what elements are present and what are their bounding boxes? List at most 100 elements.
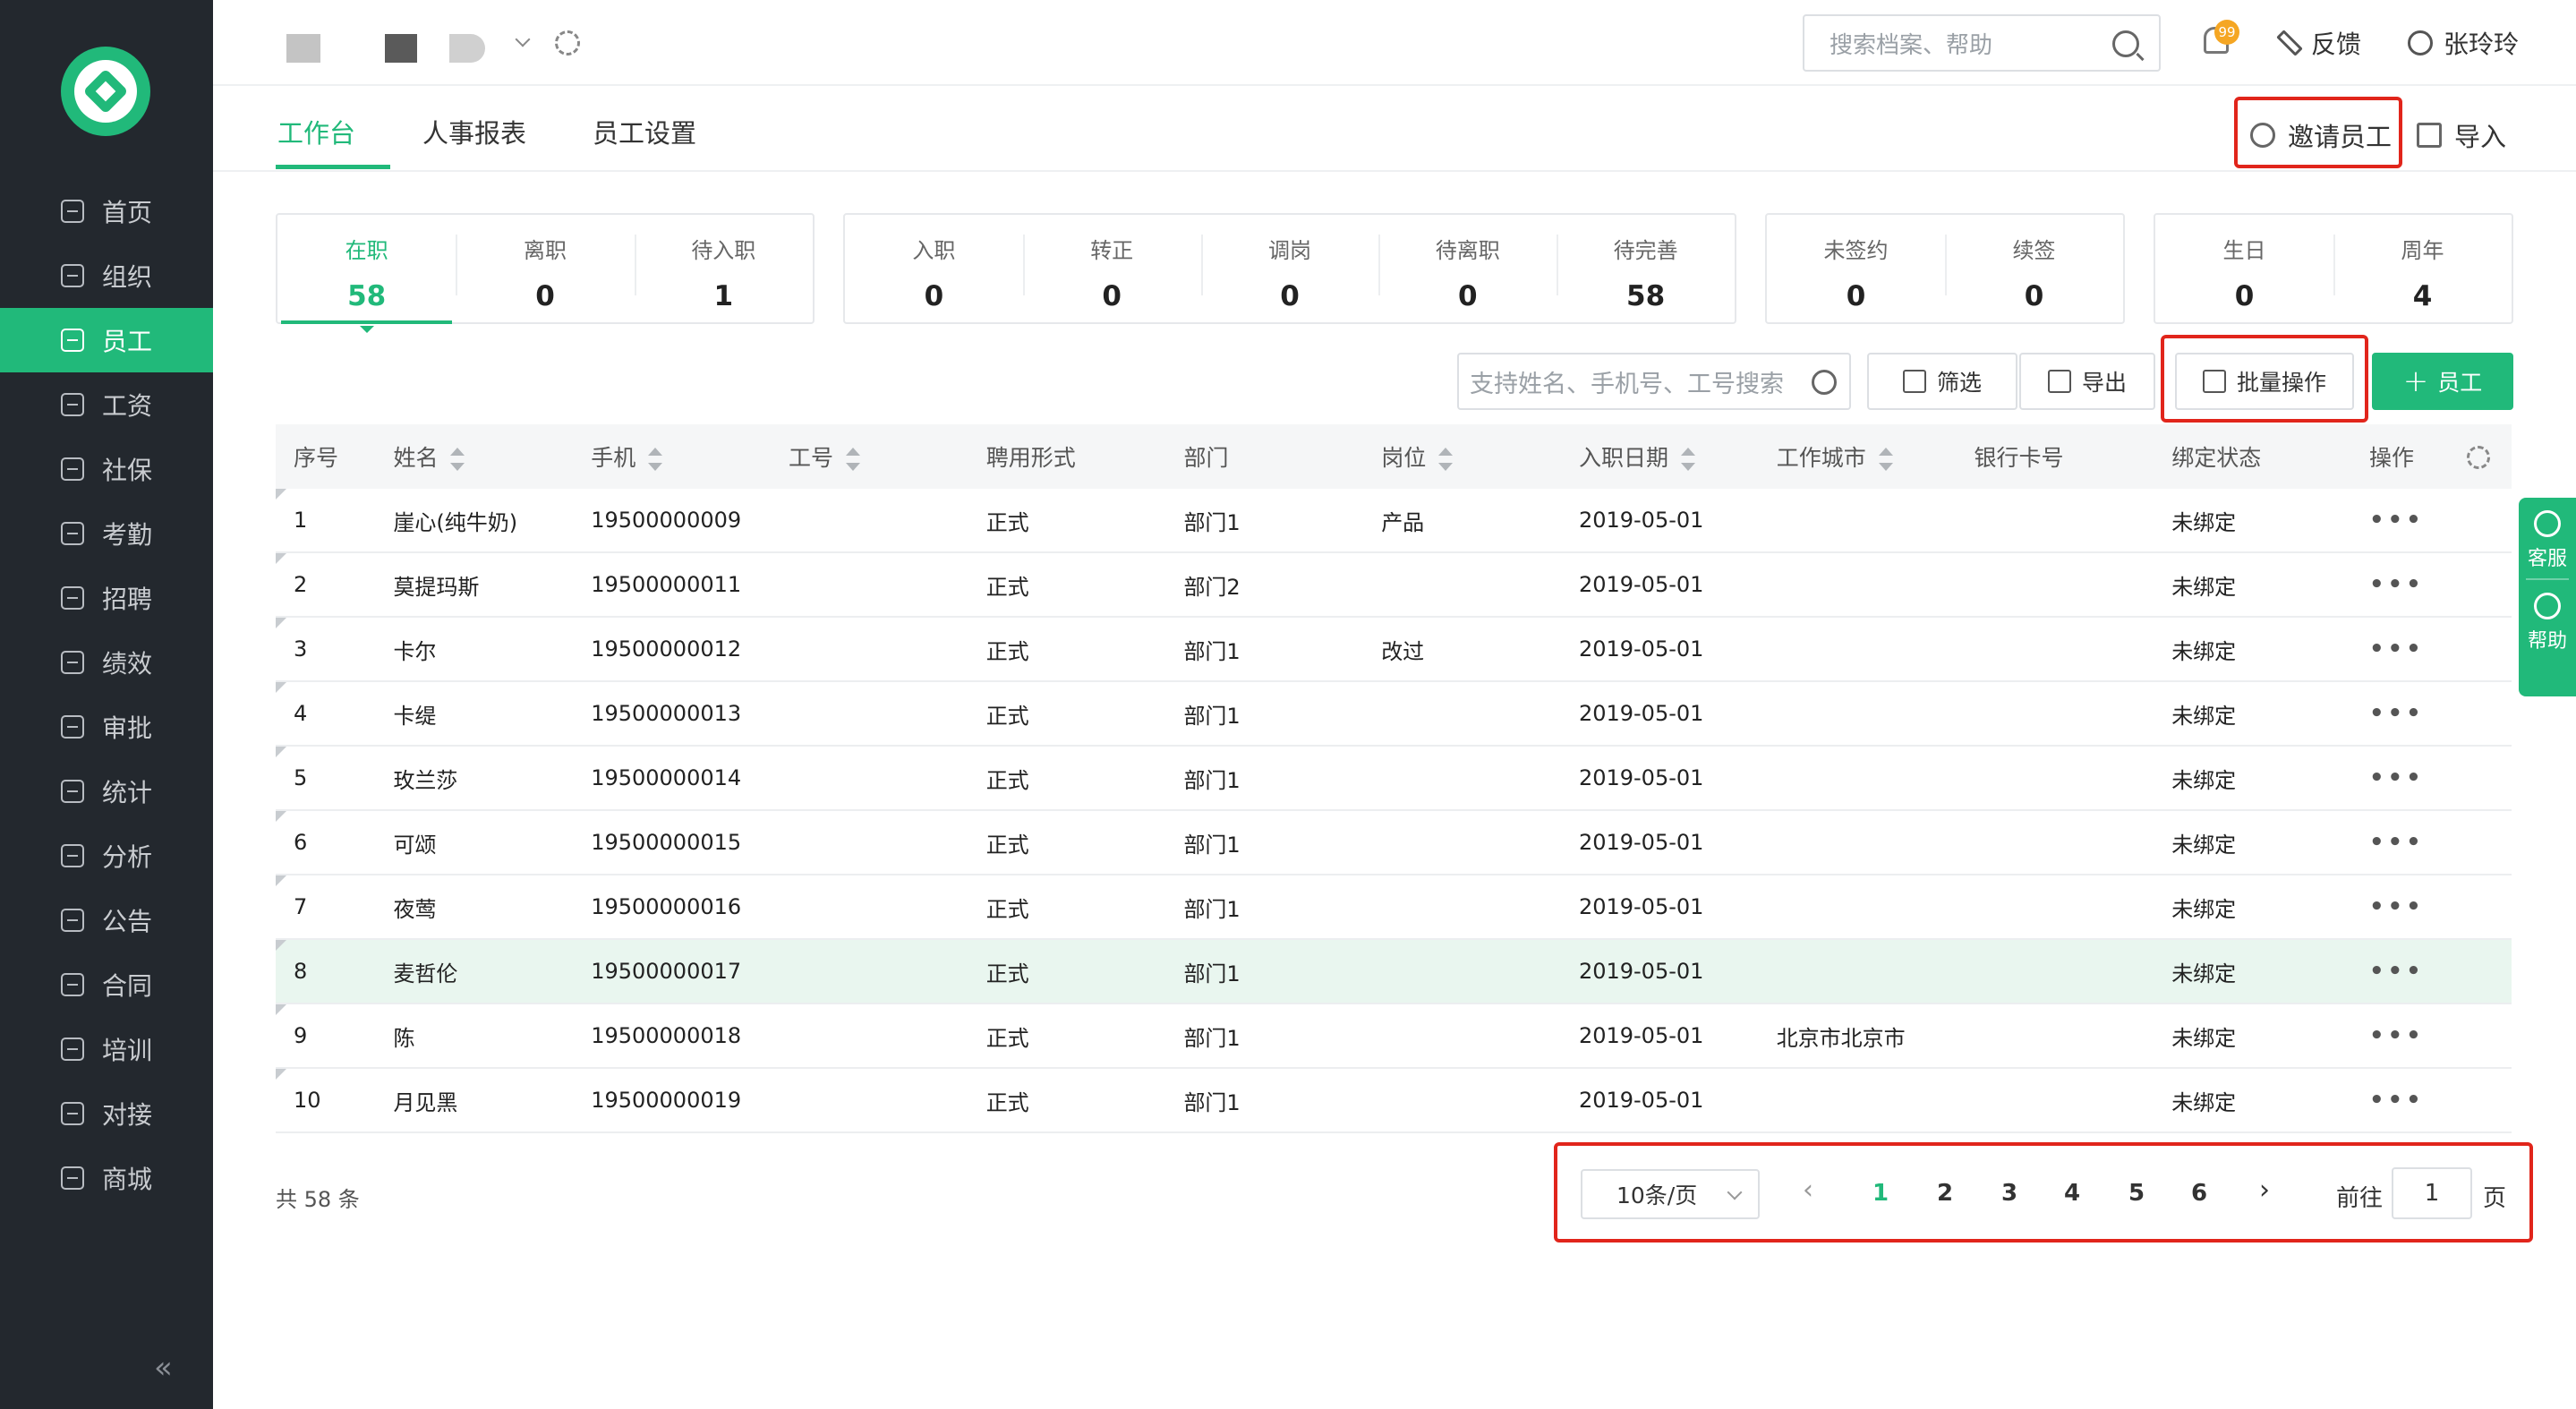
stat-on-job[interactable]: 在职 58: [277, 215, 456, 333]
company-switch-chevron-icon[interactable]: [515, 31, 531, 47]
sidebar-item-org[interactable]: 组织: [0, 243, 213, 308]
sidebar-item-training[interactable]: 培训: [0, 1017, 213, 1081]
sort-icon[interactable]: [1878, 448, 1893, 471]
table-row[interactable]: 4 卡缇 19500000013 正式 部门1 2019-05-01 未绑定 •••: [276, 682, 2512, 747]
tab-employee-settings[interactable]: 员工设置: [593, 113, 696, 150]
stat-anniversary[interactable]: 周年 4: [2333, 215, 2512, 322]
sidebar-item-integration[interactable]: 对接: [0, 1081, 213, 1146]
sidebar-item-performance[interactable]: 绩效: [0, 630, 213, 695]
stat-regular[interactable]: 转正 0: [1022, 215, 1201, 322]
sidebar-item-recruit[interactable]: 招聘: [0, 566, 213, 630]
table-row[interactable]: 7 夜莺 19500000016 正式 部门1 2019-05-01 未绑定 •••: [276, 875, 2512, 940]
user-icon: [2408, 30, 2433, 56]
stat-onboard[interactable]: 入职 0: [845, 215, 1023, 322]
sidebar-item-approval[interactable]: 审批: [0, 695, 213, 759]
add-employee-button[interactable]: + 员工: [2372, 353, 2513, 410]
table-row[interactable]: 2 莫提玛斯 19500000011 正式 部门2 2019-05-01 未绑定 •••: [276, 553, 2512, 618]
column-header-job-no[interactable]: 工号: [771, 440, 968, 473]
row-more-actions-icon[interactable]: •••: [2351, 571, 2512, 598]
user-menu[interactable]: 张玲玲: [2408, 25, 2519, 61]
column-header-hire-date[interactable]: 入职日期: [1561, 440, 1759, 473]
page-size-select[interactable]: 10条/页: [1581, 1169, 1760, 1219]
cell-hire-date: 2019-05-01: [1578, 508, 1704, 533]
sidebar-item-stats[interactable]: 统计: [0, 759, 213, 824]
row-more-actions-icon[interactable]: •••: [2351, 507, 2512, 534]
column-header-work-city[interactable]: 工作城市: [1759, 440, 1957, 473]
stat-pending-onboard[interactable]: 待入职 1: [634, 215, 813, 322]
sidebar-item-attendance[interactable]: 考勤: [0, 501, 213, 566]
import-button[interactable]: 导入: [2417, 116, 2506, 154]
sort-icon[interactable]: [845, 448, 860, 471]
page-6-button[interactable]: 6: [2191, 1180, 2207, 1207]
row-more-actions-icon[interactable]: •••: [2351, 636, 2512, 662]
tab-workbench[interactable]: 工作台: [277, 113, 355, 150]
filter-button[interactable]: 筛选: [1867, 353, 2017, 410]
stat-unsigned[interactable]: 未签约 0: [1767, 215, 1945, 322]
cell-phone: 19500000015: [591, 830, 742, 855]
stat-resigned[interactable]: 离职 0: [456, 215, 634, 322]
row-more-actions-icon[interactable]: •••: [2351, 1087, 2512, 1114]
sort-icon[interactable]: [1680, 448, 1695, 471]
table-row[interactable]: 6 可颂 19500000015 正式 部门1 2019-05-01 未绑定 •••: [276, 811, 2512, 875]
page-1-button[interactable]: 1: [1872, 1180, 1889, 1207]
export-button[interactable]: 导出: [2019, 353, 2155, 410]
cell-hire-date: 2019-05-01: [1578, 1023, 1704, 1048]
search-icon[interactable]: [1812, 370, 1837, 395]
row-more-actions-icon[interactable]: •••: [2351, 700, 2512, 727]
sidebar-item-contract[interactable]: 合同: [0, 952, 213, 1017]
column-settings-gear-icon[interactable]: [2467, 446, 2490, 469]
sidebar-item-home[interactable]: 首页: [0, 179, 213, 243]
goto-page-input[interactable]: 1: [2392, 1167, 2472, 1219]
row-more-actions-icon[interactable]: •••: [2351, 1022, 2512, 1049]
stat-pending-leave[interactable]: 待离职 0: [1378, 215, 1557, 322]
customer-service-button[interactable]: 客服: [2519, 510, 2576, 571]
search-icon[interactable]: [2112, 30, 2139, 57]
row-more-actions-icon[interactable]: •••: [2351, 764, 2512, 791]
table-row[interactable]: 10 月见黑 19500000019 正式 部门1 2019-05-01 未绑定 •••: [276, 1069, 2512, 1133]
sidebar-item-store[interactable]: 商城: [0, 1146, 213, 1210]
table-row[interactable]: 1 崖心(纯牛奶) 19500000009 正式 部门1 产品 2019-05-01 未绑定 •…: [276, 489, 2512, 553]
row-more-actions-icon[interactable]: •••: [2351, 958, 2512, 985]
table-row[interactable]: 9 陈 19500000018 正式 部门1 2019-05-01 北京市北京市 未绑定 •••: [276, 1004, 2512, 1069]
tab-hr-reports[interactable]: 人事报表: [422, 113, 526, 150]
help-button[interactable]: 帮助: [2519, 593, 2576, 653]
cell-index: 6: [294, 830, 308, 855]
table-row[interactable]: 5 玫兰莎 19500000014 正式 部门1 2019-05-01 未绑定 •••: [276, 747, 2512, 811]
app-logo[interactable]: [61, 47, 150, 136]
page-2-button[interactable]: 2: [1937, 1180, 1953, 1207]
sidebar-item-employee[interactable]: 员工: [0, 308, 213, 372]
next-page-button[interactable]: ›: [2259, 1174, 2270, 1206]
stat-transfer[interactable]: 调岗 0: [1200, 215, 1379, 322]
stat-incomplete[interactable]: 待完善 58: [1557, 215, 1735, 322]
plus-icon: +: [2402, 363, 2429, 399]
batch-operation-button[interactable]: 批量操作: [2175, 353, 2354, 410]
sort-icon[interactable]: [1438, 448, 1454, 471]
sidebar-item-notice[interactable]: 公告: [0, 888, 213, 952]
page-3-button[interactable]: 3: [2001, 1180, 2017, 1207]
feedback-button[interactable]: 反馈: [2276, 25, 2361, 61]
global-search-input[interactable]: 搜索档案、帮助: [1803, 14, 2161, 72]
column-header-position[interactable]: 岗位: [1363, 440, 1561, 473]
sort-icon[interactable]: [450, 448, 465, 471]
employee-search-input[interactable]: 支持姓名、手机号、工号搜索: [1457, 353, 1851, 410]
cell-index: 4: [294, 701, 308, 726]
org-icon: [61, 264, 84, 287]
sidebar-item-analysis[interactable]: 分析: [0, 824, 213, 888]
table-row[interactable]: 8 麦哲伦 19500000017 正式 部门1 2019-05-01 未绑定 •••: [276, 940, 2512, 1004]
column-header-name[interactable]: 姓名: [375, 440, 573, 473]
row-more-actions-icon[interactable]: •••: [2351, 829, 2512, 856]
company-settings-gear-icon[interactable]: [555, 30, 580, 56]
sort-icon[interactable]: [648, 448, 663, 471]
row-more-actions-icon[interactable]: •••: [2351, 893, 2512, 920]
table-row[interactable]: 3 卡尔 19500000012 正式 部门1 改过 2019-05-01 未绑定 •••: [276, 618, 2512, 682]
prev-page-button[interactable]: ‹: [1803, 1174, 1813, 1206]
stat-birthday[interactable]: 生日 0: [2155, 215, 2333, 322]
page-4-button[interactable]: 4: [2064, 1180, 2080, 1207]
sidebar-item-insurance[interactable]: 社保: [0, 437, 213, 501]
cell-bind-status: 未绑定: [2171, 638, 2237, 664]
page-5-button[interactable]: 5: [2128, 1180, 2145, 1207]
stat-renewal[interactable]: 续签 0: [1945, 215, 2123, 322]
sidebar-item-salary[interactable]: 工资: [0, 372, 213, 437]
column-header-phone[interactable]: 手机: [573, 440, 771, 473]
collapse-sidebar-icon[interactable]: «: [154, 1350, 173, 1386]
